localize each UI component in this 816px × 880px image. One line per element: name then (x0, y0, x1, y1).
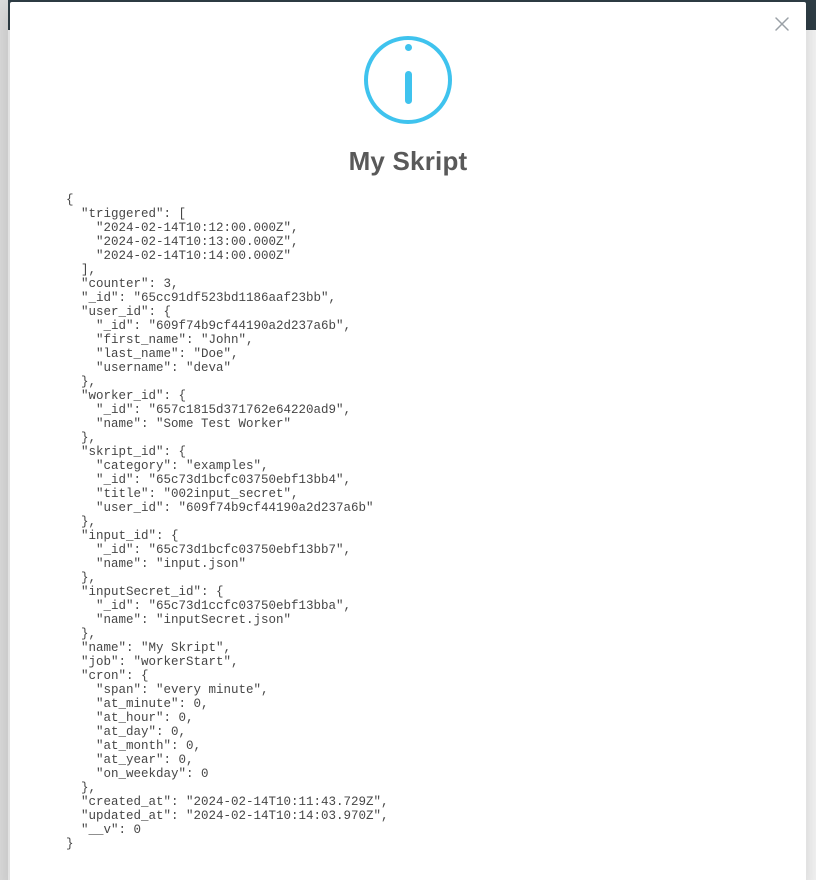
modal-overlay: My Skript { "triggered": [ "2024-02-14T1… (0, 0, 816, 880)
modal-title: My Skript (50, 146, 766, 177)
info-icon (364, 36, 452, 124)
info-modal: My Skript { "triggered": [ "2024-02-14T1… (10, 2, 806, 880)
close-button[interactable] (770, 12, 794, 36)
close-icon (773, 15, 791, 33)
json-body: { "triggered": [ "2024-02-14T10:12:00.00… (66, 193, 766, 851)
info-icon-wrap (50, 36, 766, 124)
